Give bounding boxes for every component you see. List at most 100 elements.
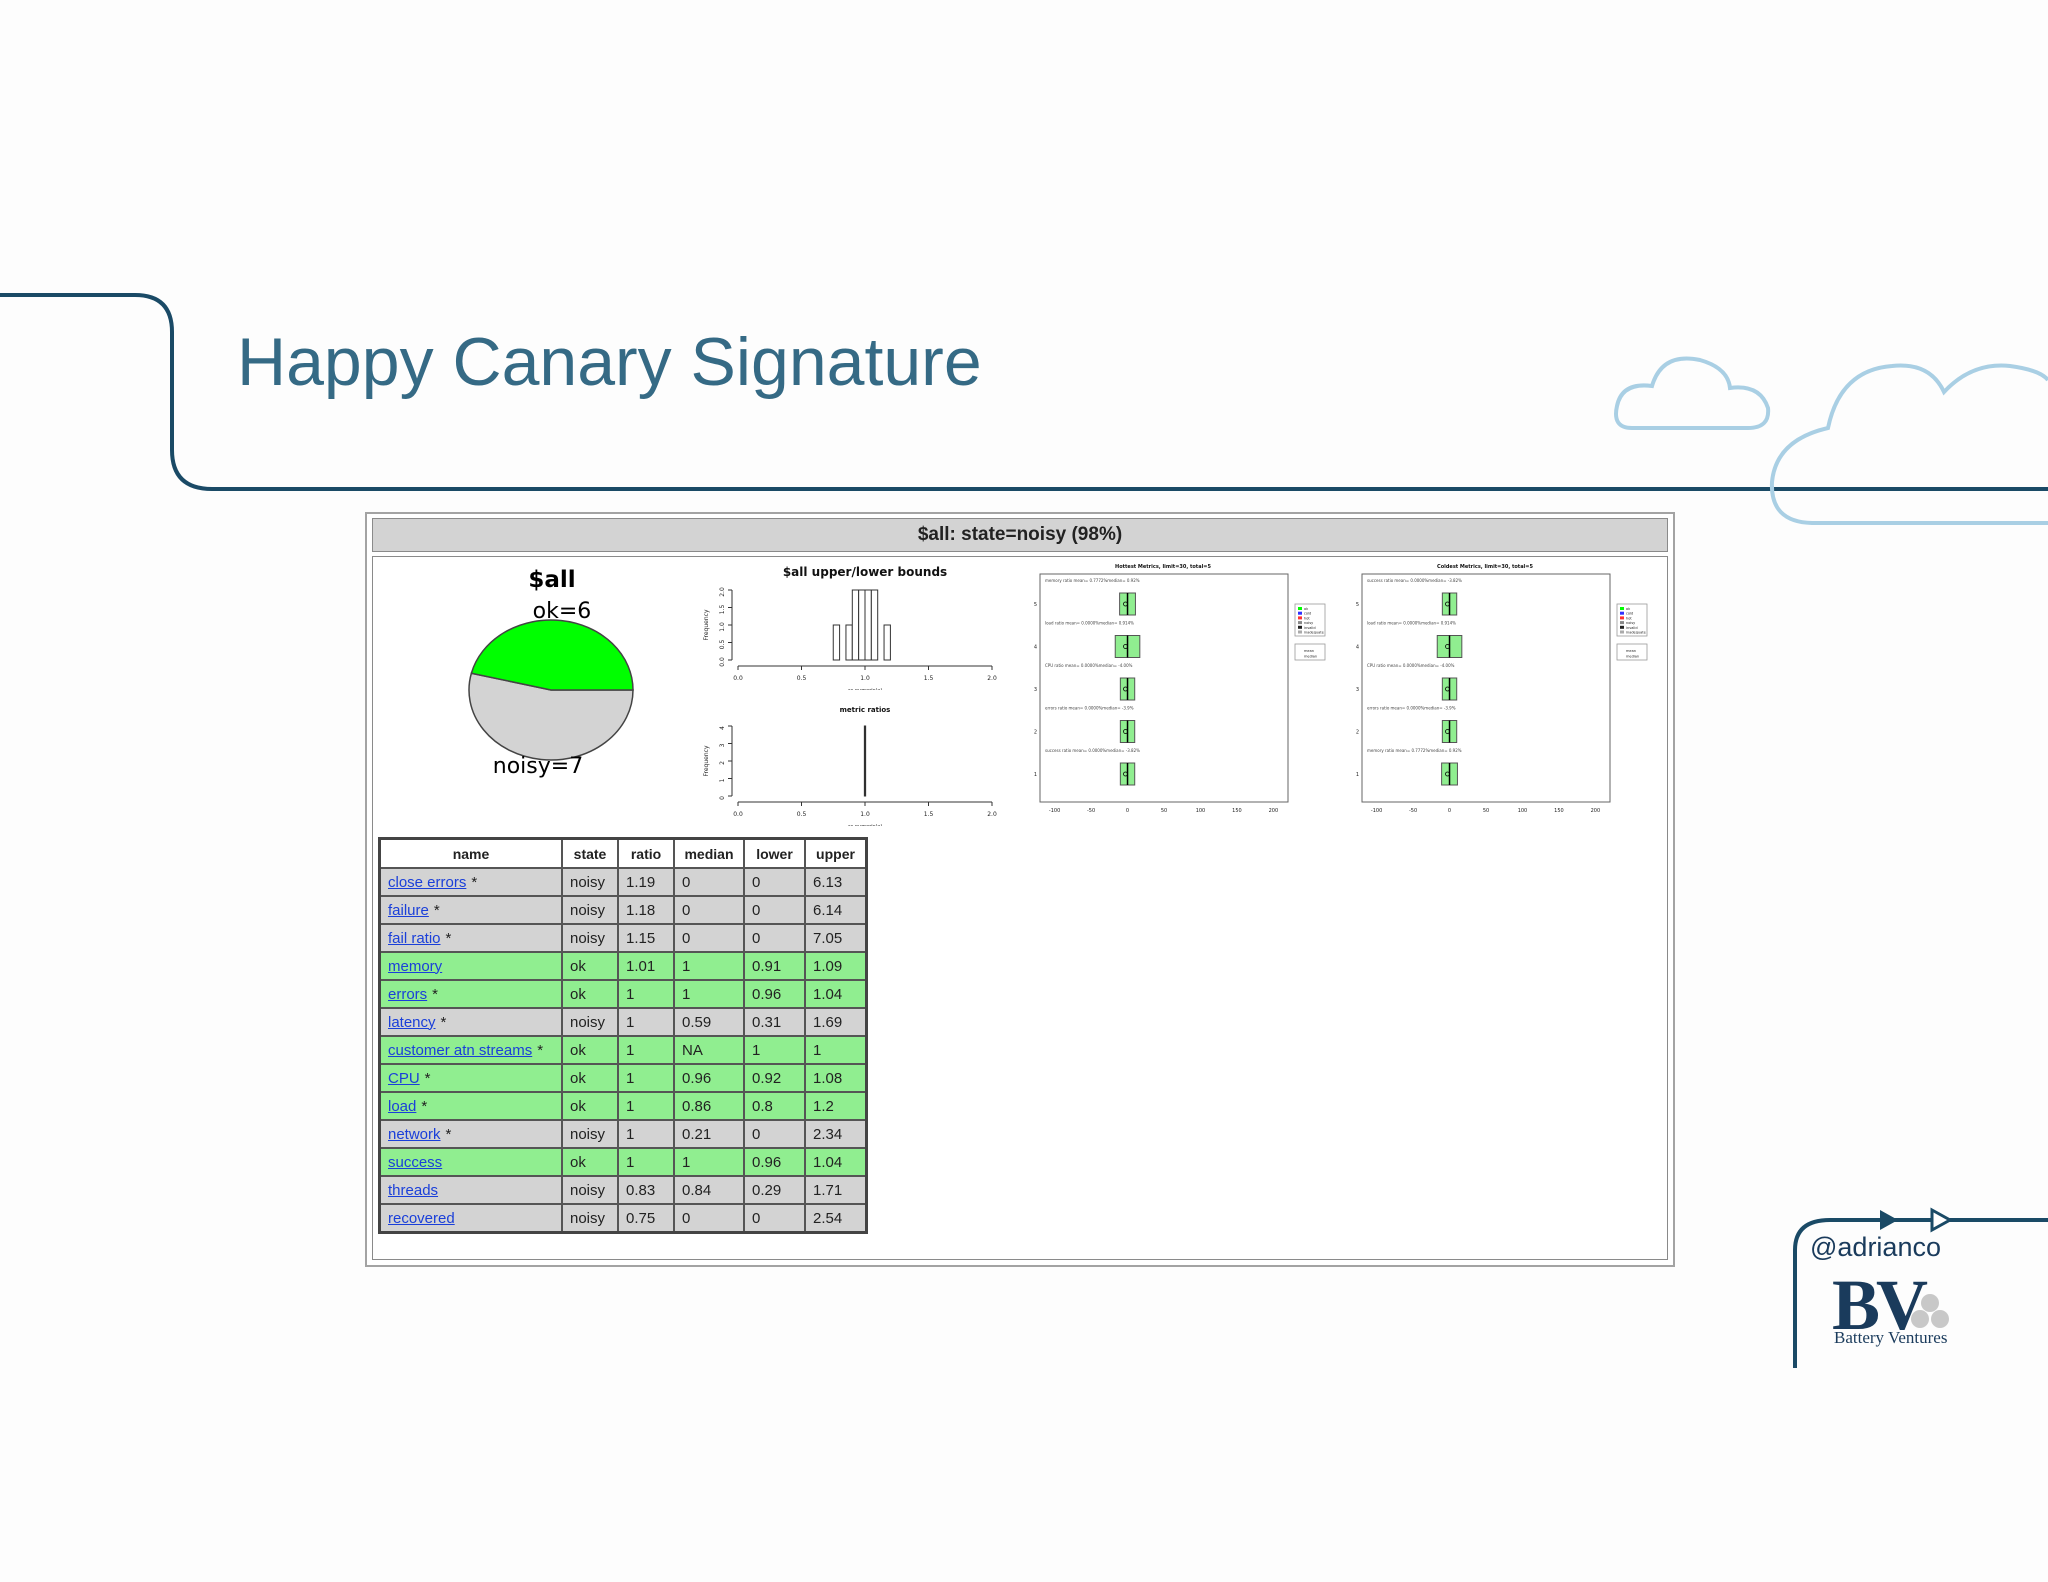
legend-label: median: [1304, 655, 1317, 659]
y-tick-label: 3: [1356, 687, 1359, 693]
cell-upper: 6.14: [804, 895, 868, 925]
boxplot-title: Coldest Metrics, limit=30, total=5: [1437, 564, 1533, 570]
y-tick-label: 5: [1356, 602, 1359, 608]
cell-name: close errors *: [378, 867, 563, 897]
boxplot-row-label: CPU ratio mean= 0.0000%median= -4.00%: [1367, 663, 1455, 668]
cell-lower: 0: [743, 1119, 806, 1149]
metric-link[interactable]: network: [388, 1126, 441, 1143]
boxplot-row-label: success ratio mean= 0.0000%median= -3.82…: [1045, 748, 1140, 753]
pie-label-noisy: noisy=7: [493, 754, 583, 779]
cell-name: errors *: [378, 979, 563, 1009]
legend-swatch: [1298, 607, 1302, 610]
column-header-upper[interactable]: upper: [804, 837, 868, 869]
cell-upper: 2.54: [804, 1203, 868, 1234]
x-tick-label: 50: [1483, 808, 1489, 814]
metric-link[interactable]: threads: [388, 1182, 438, 1199]
metric-link[interactable]: failure: [388, 902, 429, 919]
x-tick-label: 0.5: [797, 675, 807, 682]
legend-label: hot: [1626, 616, 1632, 620]
metric-star: *: [424, 1069, 431, 1087]
cell-name: recovered: [378, 1203, 563, 1234]
cell-name: latency *: [378, 1007, 563, 1037]
x-tick-label: 0.0: [733, 675, 743, 682]
legend-swatch: [1620, 616, 1624, 620]
cell-lower: 0.91: [743, 951, 806, 981]
cell-name: failure *: [378, 895, 563, 925]
x-tick-label: 2.0: [987, 811, 997, 818]
x-tick-label: 0: [1448, 808, 1451, 814]
histogram-bar: [851, 589, 860, 661]
legend-swatch: [1298, 621, 1302, 625]
cell-median: 0.59: [673, 1007, 745, 1037]
x-axis-label: as.numeric(x): [848, 824, 883, 826]
metric-star: *: [537, 1041, 544, 1059]
metric-link[interactable]: success: [388, 1154, 442, 1171]
cell-state: ok: [561, 1147, 619, 1177]
cell-state: ok: [561, 951, 619, 981]
column-header-ratio[interactable]: ratio: [617, 837, 675, 869]
metric-link[interactable]: latency: [388, 1014, 436, 1031]
y-tick-label: 4: [1034, 645, 1037, 651]
x-tick-label: 100: [1518, 808, 1528, 814]
cell-upper: 1.08: [804, 1063, 868, 1093]
histogram-bar: [870, 589, 879, 661]
metric-star: *: [471, 873, 478, 891]
metric-link[interactable]: close errors: [388, 874, 466, 891]
x-tick-label: 2.0: [987, 675, 997, 682]
cell-lower: 0.29: [743, 1175, 806, 1205]
cell-name: fail ratio *: [378, 923, 563, 953]
x-axis-label: as.numeric(x): [848, 688, 883, 690]
legend-label: invalid: [1304, 626, 1316, 630]
ratios-histogram: metric ratios 0.0 0.5 1.0 1.5 2.0 0 1 2 3 4 Frequen…: [703, 706, 997, 826]
y-tick-label: 4: [1356, 645, 1359, 651]
cell-upper: 1.09: [804, 951, 868, 981]
table-row: failure * noisy 1.18 0 0 6.14: [378, 895, 868, 925]
cell-upper: 1: [804, 1035, 868, 1065]
hottest-metrics-boxplot: Hottest Metrics, limit=30, total=5 -100 -5…: [1034, 564, 1326, 814]
column-header-name[interactable]: name: [378, 837, 563, 869]
boxplot-row-label: CPU ratio mean= 0.0000%median= -4.00%: [1045, 663, 1133, 668]
column-header-state[interactable]: state: [561, 837, 619, 869]
table-row: network * noisy 1 0.21 0 2.34: [378, 1119, 868, 1149]
boxplot-row-label: errors ratio mean= 0.0000%median= -3.9%: [1045, 706, 1134, 711]
cell-lower: 0.96: [743, 1147, 806, 1177]
x-tick-label: -50: [1087, 808, 1095, 814]
metric-link[interactable]: load: [388, 1098, 416, 1115]
metrics-table: name state ratio median lower upper clos…: [378, 837, 868, 1234]
boxplot-row-label: memory ratio mean= 0.7772%median= 0.92%: [1367, 748, 1462, 753]
column-header-median[interactable]: median: [673, 837, 745, 869]
legend-swatch: [1620, 611, 1624, 615]
cell-median: 0.86: [673, 1091, 745, 1121]
cell-upper: 1.2: [804, 1091, 868, 1121]
y-axis-label: Frequency: [703, 609, 710, 640]
cell-ratio: 1: [617, 1035, 675, 1065]
cell-upper: 6.13: [804, 867, 868, 897]
x-tick-label: -50: [1409, 808, 1417, 814]
cell-median: 0: [673, 867, 745, 897]
metric-star: *: [421, 1097, 428, 1115]
panel-header: $all: state=noisy (98%): [372, 518, 1668, 552]
cell-ratio: 1.19: [617, 867, 675, 897]
table-row: fail ratio * noisy 1.15 0 0 7.05: [378, 923, 868, 953]
metric-link[interactable]: recovered: [388, 1210, 455, 1227]
metric-link[interactable]: fail ratio: [388, 930, 441, 947]
column-header-lower[interactable]: lower: [743, 837, 806, 869]
metric-link[interactable]: errors: [388, 986, 427, 1003]
cell-state: ok: [561, 979, 619, 1009]
pie-label-ok: ok=6: [533, 599, 592, 624]
coldest-metrics-boxplot: Coldest Metrics, limit=30, total=5 -100 -5…: [1356, 564, 1648, 814]
metric-star: *: [445, 1125, 452, 1143]
metric-link[interactable]: memory: [388, 958, 442, 975]
y-tick-label: 0: [719, 796, 726, 800]
boxplot-title: Hottest Metrics, limit=30, total=5: [1115, 564, 1211, 570]
cell-lower: 0: [743, 895, 806, 925]
histogram-title: $all upper/lower bounds: [783, 565, 947, 579]
legend-swatch: [1298, 625, 1302, 629]
cell-state: noisy: [561, 1203, 619, 1234]
legend-swatch: [1620, 630, 1624, 634]
x-tick-label: 50: [1161, 808, 1167, 814]
metric-link[interactable]: CPU: [388, 1070, 420, 1087]
metric-link[interactable]: customer atn streams: [388, 1042, 532, 1059]
table-row: latency * noisy 1 0.59 0.31 1.69: [378, 1007, 868, 1037]
cell-median: 1: [673, 1147, 745, 1177]
